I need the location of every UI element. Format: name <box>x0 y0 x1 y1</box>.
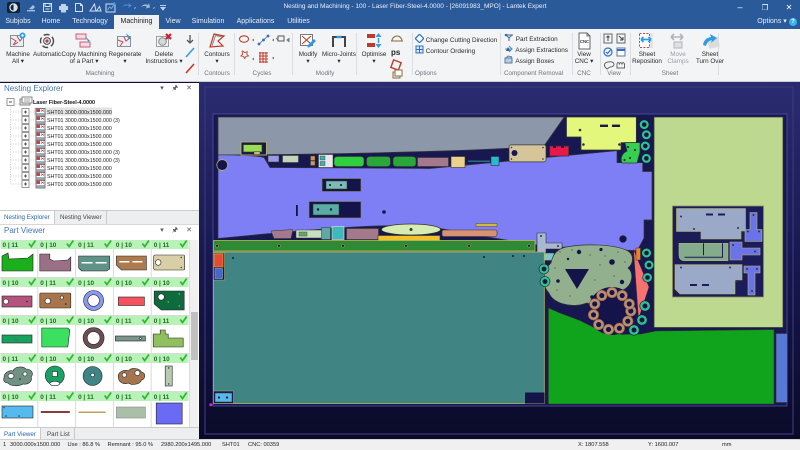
svg-text:SHT01 3000.000x1500.000 (3): SHT01 3000.000x1500.000 (3) <box>47 118 120 124</box>
svg-text:0 | 11: 0 | 11 <box>40 394 56 401</box>
svg-text:0 | 10: 0 | 10 <box>78 356 94 363</box>
svg-text:0 | 10: 0 | 10 <box>3 394 19 401</box>
svg-text:0 | 11: 0 | 11 <box>154 242 170 249</box>
svg-text:0 | 10: 0 | 10 <box>154 356 170 363</box>
svg-text:SHT01 3000.000x1500.000 (3): SHT01 3000.000x1500.000 (3) <box>47 150 120 156</box>
svg-text:SHT01 3000.000x1500.000: SHT01 3000.000x1500.000 <box>47 110 112 116</box>
svg-text:0 | 11: 0 | 11 <box>154 394 170 401</box>
svg-text:0 | 11: 0 | 11 <box>3 242 19 249</box>
svg-text:0 | 10: 0 | 10 <box>116 356 132 363</box>
svg-text:ps: ps <box>391 48 401 57</box>
svg-text:0 | 10: 0 | 10 <box>40 318 56 325</box>
svg-text:0 | 11: 0 | 11 <box>78 242 94 249</box>
svg-text:SHT01 3000.000x1500.000: SHT01 3000.000x1500.000 <box>47 126 112 132</box>
svg-text:SHT01 3000.000x1500.000: SHT01 3000.000x1500.000 <box>47 142 112 148</box>
svg-text:0 | 10: 0 | 10 <box>116 280 132 287</box>
svg-text:0 | 10: 0 | 10 <box>3 280 19 287</box>
svg-text:0 | 10: 0 | 10 <box>3 318 19 325</box>
svg-text:0 | 10: 0 | 10 <box>40 356 56 363</box>
svg-text:0 | 10: 0 | 10 <box>154 280 170 287</box>
svg-text:SHT01 3000.000x1500.000 (3): SHT01 3000.000x1500.000 (3) <box>47 158 120 164</box>
svg-text:0 | 11: 0 | 11 <box>40 280 56 287</box>
svg-text:0 | 10: 0 | 10 <box>78 280 94 287</box>
svg-text:0 | 11: 0 | 11 <box>154 318 170 325</box>
svg-text:0 | 10: 0 | 10 <box>40 242 56 249</box>
svg-text:SHT01 3000.000x1500.000: SHT01 3000.000x1500.000 <box>47 134 112 140</box>
svg-text:0 | 10: 0 | 10 <box>116 242 132 249</box>
svg-text:SHT01 3000.000x1500.000: SHT01 3000.000x1500.000 <box>47 166 112 172</box>
svg-text:SHT01 3000.000x1500.000: SHT01 3000.000x1500.000 <box>47 182 112 188</box>
svg-text:0 | 11: 0 | 11 <box>116 394 132 401</box>
svg-text:0 | 10: 0 | 10 <box>78 318 94 325</box>
svg-text:0 | 11: 0 | 11 <box>78 394 94 401</box>
svg-text:0 | 11: 0 | 11 <box>116 318 132 325</box>
svg-text:0 | 11: 0 | 11 <box>3 356 19 363</box>
svg-text:Laser Fiber-Steel-4.0000: Laser Fiber-Steel-4.0000 <box>33 100 95 106</box>
svg-text:CNC: CNC <box>580 39 589 44</box>
svg-text:SHT01 3000.000x1500.000: SHT01 3000.000x1500.000 <box>47 174 112 180</box>
